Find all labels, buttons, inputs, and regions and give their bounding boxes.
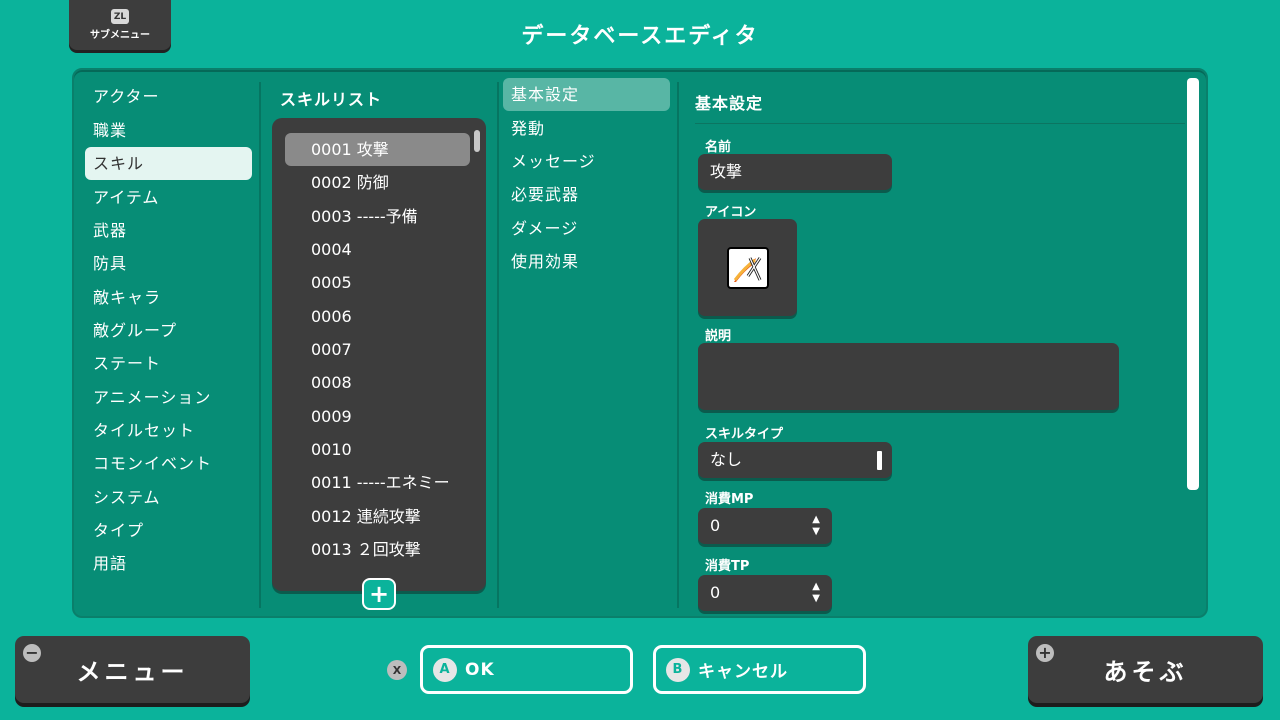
tab-required-weapon[interactable]: 必要武器 (503, 178, 670, 211)
skill-list-item[interactable]: 0009 (285, 400, 470, 433)
tab-effects[interactable]: 使用効果 (503, 245, 670, 278)
detail-divider (695, 123, 1185, 124)
skill-type-label: スキルタイプ (705, 427, 784, 442)
skill-list-item[interactable]: 0002 防御 (285, 166, 470, 199)
mp-cost-value: 0 (710, 516, 721, 535)
skill-list-item[interactable]: 0005 (285, 266, 470, 299)
minus-icon: − (23, 644, 41, 662)
column-divider (259, 82, 261, 608)
page-title: データベースエディタ (521, 24, 759, 49)
skill-list-item[interactable]: 0001 攻撃 (285, 133, 470, 166)
category-item-terms[interactable]: 用語 (85, 547, 252, 580)
add-skill-button[interactable]: + (362, 578, 396, 610)
skill-list-title: スキルリスト (280, 90, 383, 109)
name-field[interactable]: 攻撃 (698, 154, 892, 190)
category-item-armor[interactable]: 防具 (85, 247, 252, 280)
category-item-enemy[interactable]: 敵キャラ (85, 281, 252, 314)
skill-list-item[interactable]: 0004 (285, 233, 470, 266)
category-item-common-event[interactable]: コモンイベント (85, 447, 252, 480)
skill-list: 0001 攻撃 0002 防御 0003 -----予備 0004 0005 0… (272, 118, 486, 591)
dropdown-indicator-icon (877, 451, 882, 470)
cancel-button-label: キャンセル (698, 662, 788, 682)
tp-cost-stepper[interactable]: 0 ▲ ▼ (698, 575, 832, 611)
skill-list-item[interactable]: 0008 (285, 366, 470, 399)
skill-list-item[interactable]: 0010 (285, 433, 470, 466)
skill-list-item[interactable]: 0007 (285, 333, 470, 366)
detail-scrollbar[interactable] (1187, 78, 1199, 490)
ok-button[interactable]: A OK (420, 645, 633, 694)
skill-list-item[interactable]: 0003 -----予備 (285, 200, 470, 233)
b-button-icon: B (666, 657, 690, 682)
category-item-item[interactable]: アイテム (85, 181, 252, 214)
skill-type-dropdown[interactable]: なし (698, 442, 892, 478)
column-divider (497, 82, 499, 608)
category-item-troop[interactable]: 敵グループ (85, 314, 252, 347)
category-item-class[interactable]: 職業 (85, 114, 252, 147)
tab-damage[interactable]: ダメージ (503, 212, 670, 245)
database-editor-panel: アクター 職業 スキル アイテム 武器 防具 敵キャラ 敵グループ ステート ア… (72, 68, 1208, 618)
skill-type-value: なし (710, 450, 743, 469)
name-label: 名前 (705, 140, 732, 155)
category-item-weapon[interactable]: 武器 (85, 214, 252, 247)
x-button-icon: X (387, 660, 407, 680)
category-item-actor[interactable]: アクター (85, 80, 252, 113)
category-item-tileset[interactable]: タイルセット (85, 414, 252, 447)
stepper-arrows-icon[interactable]: ▲ ▼ (812, 514, 820, 538)
skill-list-scrollbar[interactable] (474, 130, 480, 152)
tab-message[interactable]: メッセージ (503, 145, 670, 178)
mp-cost-stepper[interactable]: 0 ▲ ▼ (698, 508, 832, 544)
category-item-system[interactable]: システム (85, 481, 252, 514)
tp-cost-label: 消費TP (705, 559, 750, 574)
skill-list-item[interactable]: 0011 -----エネミー (285, 466, 470, 499)
skill-list-item[interactable]: 0012 連続攻撃 (285, 500, 470, 533)
ok-button-label: OK (465, 659, 495, 680)
skill-list-item[interactable]: 0006 (285, 300, 470, 333)
play-button-label: あそぶ (1103, 658, 1188, 686)
icon-selector[interactable] (698, 219, 797, 316)
skill-list-item[interactable]: 0013 ２回攻撃 (285, 533, 470, 566)
play-button[interactable]: + あそぶ (1028, 636, 1263, 703)
stepper-arrows-icon[interactable]: ▲ ▼ (812, 581, 820, 605)
sword-slash-icon (726, 246, 769, 289)
cancel-button[interactable]: B キャンセル (653, 645, 866, 694)
category-item-skill[interactable]: スキル (85, 147, 252, 180)
mp-cost-label: 消費MP (705, 492, 754, 507)
a-button-icon: A (433, 657, 457, 682)
category-item-type[interactable]: タイプ (85, 514, 252, 547)
category-item-animation[interactable]: アニメーション (85, 381, 252, 414)
detail-title: 基本設定 (695, 94, 764, 113)
column-divider (677, 82, 679, 608)
menu-button[interactable]: − メニュー (15, 636, 250, 703)
menu-button-label: メニュー (76, 658, 189, 686)
category-item-state[interactable]: ステート (85, 347, 252, 380)
description-label: 説明 (705, 329, 732, 344)
tab-basic-settings[interactable]: 基本設定 (503, 78, 670, 111)
icon-label: アイコン (705, 205, 757, 220)
description-field[interactable] (698, 343, 1119, 410)
tp-cost-value: 0 (710, 583, 721, 602)
plus-icon: + (1036, 644, 1054, 662)
tab-invocation[interactable]: 発動 (503, 112, 670, 145)
